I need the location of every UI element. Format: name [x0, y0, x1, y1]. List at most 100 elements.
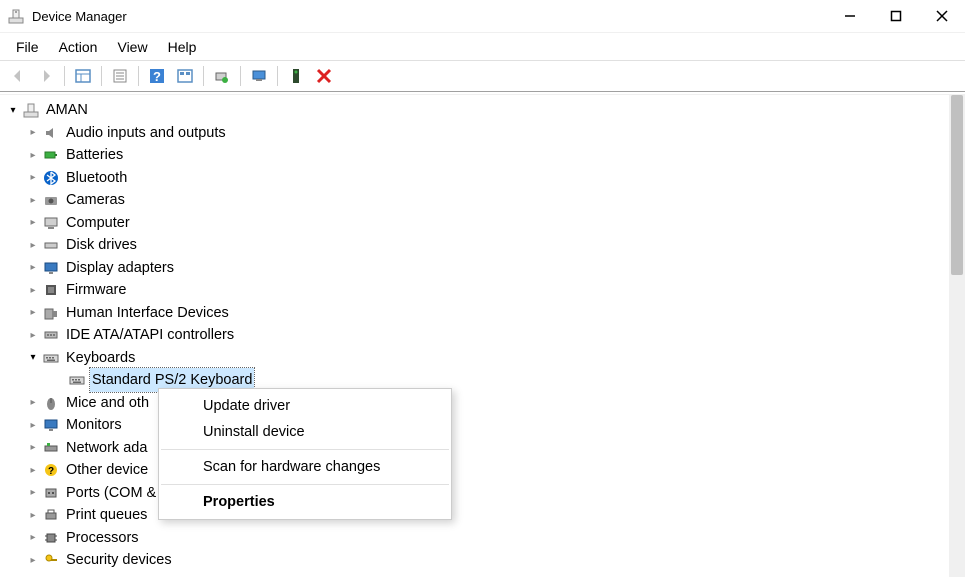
- menu-view[interactable]: View: [107, 35, 157, 59]
- update-driver-tool-button[interactable]: [210, 64, 234, 88]
- tree-node-label: Mice and oth: [64, 391, 151, 415]
- tree-node-label: Monitors: [64, 413, 124, 437]
- content-area: ▾ AMAN ▸ Audio inputs and outputs ▸ Batt…: [0, 94, 965, 577]
- tree-node-label: Computer: [64, 211, 132, 235]
- tree-root-label: AMAN: [44, 98, 90, 122]
- tree-node-network[interactable]: ▸ Network ada: [0, 437, 949, 460]
- ctx-uninstall-device[interactable]: Uninstall device: [159, 419, 451, 445]
- menu-help[interactable]: Help: [158, 35, 207, 59]
- chevron-right-icon[interactable]: ▸: [26, 418, 40, 434]
- tree-node-label: Batteries: [64, 143, 125, 167]
- chevron-right-icon[interactable]: ▸: [26, 463, 40, 479]
- ctx-scan-hardware[interactable]: Scan for hardware changes: [159, 454, 451, 480]
- svg-text:?: ?: [153, 69, 161, 84]
- chevron-right-icon[interactable]: ▸: [26, 395, 40, 411]
- port-icon: [42, 485, 60, 501]
- tree-node-cameras[interactable]: ▸ Cameras: [0, 189, 949, 212]
- bluetooth-icon: [42, 170, 60, 186]
- tree-leaf-standard-ps2-keyboard[interactable]: Standard PS/2 Keyboard: [0, 369, 949, 392]
- uninstall-device-tool-button[interactable]: [312, 64, 336, 88]
- ctx-properties[interactable]: Properties: [159, 489, 451, 515]
- help-tool-button[interactable]: ?: [145, 64, 169, 88]
- display-icon: [42, 260, 60, 276]
- chevron-right-icon[interactable]: ▸: [26, 125, 40, 141]
- chevron-right-icon[interactable]: ▸: [26, 283, 40, 299]
- tree-node-disk-drives[interactable]: ▸ Disk drives: [0, 234, 949, 257]
- tree-node-label: Other device: [64, 458, 150, 482]
- chevron-right-icon[interactable]: ▸: [26, 553, 40, 569]
- printer-icon: [42, 507, 60, 523]
- forward-button[interactable]: [34, 64, 58, 88]
- scrollbar-thumb[interactable]: [951, 95, 963, 275]
- chevron-right-icon[interactable]: ▸: [26, 530, 40, 546]
- chevron-right-icon[interactable]: ▸: [26, 440, 40, 456]
- maximize-button[interactable]: [873, 0, 919, 32]
- close-button[interactable]: [919, 0, 965, 32]
- tree-node-label: Cameras: [64, 188, 127, 212]
- tree-node-label: Firmware: [64, 278, 128, 302]
- tree-node-label: Network ada: [64, 436, 149, 460]
- scan-hardware-tool-button[interactable]: [247, 64, 271, 88]
- tree-node-other[interactable]: ▸ ? Other device: [0, 459, 949, 482]
- device-tree[interactable]: ▾ AMAN ▸ Audio inputs and outputs ▸ Batt…: [0, 95, 949, 577]
- tree-node-security[interactable]: ▸ Security devices: [0, 549, 949, 572]
- tree-node-print-queues[interactable]: ▸ Print queues: [0, 504, 949, 527]
- speaker-icon: [42, 125, 60, 141]
- tree-node-display-adapters[interactable]: ▸ Display adapters: [0, 257, 949, 280]
- tree-node-ports[interactable]: ▸ Ports (COM &: [0, 482, 949, 505]
- action-tool-button[interactable]: [173, 64, 197, 88]
- menu-separator: [161, 484, 449, 485]
- tree-node-label: Security devices: [64, 548, 174, 572]
- other-device-icon: ?: [42, 462, 60, 478]
- hid-icon: [42, 305, 60, 321]
- minimize-button[interactable]: [827, 0, 873, 32]
- mouse-icon: [42, 395, 60, 411]
- chevron-right-icon[interactable]: ▸: [26, 328, 40, 344]
- tree-node-firmware[interactable]: ▸ Firmware: [0, 279, 949, 302]
- add-legacy-hardware-button[interactable]: [284, 64, 308, 88]
- tree-node-processors[interactable]: ▸ Processors: [0, 527, 949, 550]
- ctx-update-driver[interactable]: Update driver: [159, 393, 451, 419]
- svg-text:?: ?: [48, 466, 54, 477]
- computer-icon: [22, 102, 40, 118]
- tree-node-label: Audio inputs and outputs: [64, 121, 228, 145]
- tree-root[interactable]: ▾ AMAN: [0, 99, 949, 122]
- window-title: Device Manager: [32, 9, 827, 24]
- chevron-right-icon[interactable]: ▸: [26, 170, 40, 186]
- tree-node-bluetooth[interactable]: ▸ Bluetooth: [0, 167, 949, 190]
- keyboard-icon: [42, 350, 60, 366]
- context-menu: Update driver Uninstall device Scan for …: [158, 388, 452, 520]
- chevron-right-icon[interactable]: ▸: [26, 193, 40, 209]
- tree-node-label: Human Interface Devices: [64, 301, 231, 325]
- show-hide-tree-button[interactable]: [71, 64, 95, 88]
- toolbar: ?: [0, 60, 965, 92]
- tree-node-label: Ports (COM &: [64, 481, 158, 505]
- titlebar: Device Manager: [0, 0, 965, 32]
- chevron-right-icon[interactable]: ▸: [26, 305, 40, 321]
- camera-icon: [42, 192, 60, 208]
- tree-node-batteries[interactable]: ▸ Batteries: [0, 144, 949, 167]
- tree-node-ide[interactable]: ▸ IDE ATA/ATAPI controllers: [0, 324, 949, 347]
- menu-file[interactable]: File: [6, 35, 49, 59]
- chevron-right-icon[interactable]: ▸: [26, 148, 40, 164]
- menu-action[interactable]: Action: [49, 35, 108, 59]
- tree-node-hid[interactable]: ▸ Human Interface Devices: [0, 302, 949, 325]
- tree-node-mice[interactable]: ▸ Mice and oth: [0, 392, 949, 415]
- chevron-right-icon[interactable]: ▸: [26, 508, 40, 524]
- chevron-right-icon[interactable]: ▸: [26, 215, 40, 231]
- chevron-down-icon[interactable]: ▾: [26, 350, 40, 366]
- chevron-right-icon[interactable]: ▸: [26, 260, 40, 276]
- tree-node-keyboards[interactable]: ▾ Keyboards: [0, 347, 949, 370]
- back-button[interactable]: [6, 64, 30, 88]
- chevron-right-icon[interactable]: ▸: [26, 485, 40, 501]
- tree-node-computer[interactable]: ▸ Computer: [0, 212, 949, 235]
- tree-node-monitors[interactable]: ▸ Monitors: [0, 414, 949, 437]
- window-controls: [827, 0, 965, 32]
- keyboard-icon: [68, 372, 86, 388]
- tree-node-label: Display adapters: [64, 256, 176, 280]
- scrollbar[interactable]: [949, 95, 965, 577]
- tree-node-audio[interactable]: ▸ Audio inputs and outputs: [0, 122, 949, 145]
- chevron-right-icon[interactable]: ▸: [26, 238, 40, 254]
- properties-tool-button[interactable]: [108, 64, 132, 88]
- chevron-down-icon[interactable]: ▾: [6, 103, 20, 119]
